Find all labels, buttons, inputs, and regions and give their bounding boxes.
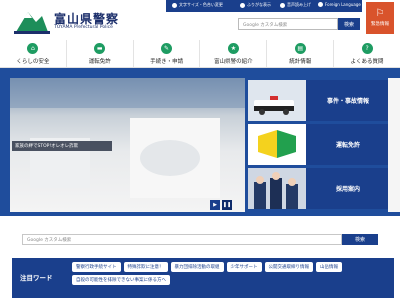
attention-words-panel: 注目ワード 警察行政手続サイト 特殊詐欺に注意！ 暴力団排除活動の取組 少年サポ…: [12, 258, 394, 298]
page-search-button[interactable]: 検索: [342, 234, 378, 245]
house-icon: ⌂: [27, 42, 39, 54]
globe-icon: [318, 2, 323, 7]
attention-link[interactable]: 公開交通取締り情報: [264, 262, 313, 272]
play-icon: ▶: [213, 202, 217, 208]
emergency-button[interactable]: ⚐ 緊急情報: [366, 2, 394, 34]
attention-link[interactable]: 山岳情報: [316, 262, 342, 272]
foreign-language-link[interactable]: Foreign Language: [318, 2, 361, 7]
nav-item-procedures[interactable]: ✎ 手続き・申請: [134, 40, 201, 67]
attention-link[interactable]: 少年サポート: [226, 262, 262, 272]
attention-links: 警察行政手続サイト 特殊詐欺に注意！ 暴力団排除活動の取組 少年サポート 公開交…: [72, 262, 392, 285]
site-subtitle: TOYAMA Prefectural Police: [54, 25, 113, 30]
nav-item-faq[interactable]: ? よくある質問: [334, 40, 400, 67]
nav-item-about[interactable]: ★ 富山県警の紹介: [200, 40, 268, 67]
officers-image: [248, 168, 306, 209]
read-aloud-link[interactable]: 音声読み上げ: [280, 2, 311, 8]
pen-icon: ✎: [161, 42, 173, 54]
hero-caption[interactable]: 家族の絆でSTOP!オレオレ詐欺: [12, 141, 112, 151]
page-search-input[interactable]: Google カスタム検索: [22, 234, 342, 245]
main-nav: ⌂ くらしの安全 ▬ 運転免許 ✎ 手続き・申請 ★ 富山県警の紹介 ▤ 統計情…: [0, 40, 400, 68]
slide-play-button[interactable]: ▶: [210, 200, 220, 210]
header-search-button[interactable]: 検索: [338, 18, 360, 30]
chart-icon: ▤: [294, 42, 306, 54]
furigana-link[interactable]: ふりがな表示: [240, 2, 271, 8]
font-size-link[interactable]: 文字サイズ・色合い変更: [172, 2, 223, 8]
side-strip: [388, 78, 400, 212]
header-search-input[interactable]: Google カスタム検索: [238, 18, 338, 30]
badge-icon: ★: [227, 42, 239, 54]
question-icon: ?: [361, 42, 373, 54]
side-card-recruit[interactable]: 採用案内: [248, 168, 388, 209]
text-size-icon: [172, 2, 177, 8]
car-icon: ▬: [94, 42, 106, 54]
beginner-mark-image: [248, 124, 306, 165]
speaker-icon: [280, 2, 285, 8]
police-logo-icon[interactable]: [14, 8, 50, 34]
utility-bar: 文字サイズ・色合い変更 ふりがな表示 音声読み上げ Foreign Langua…: [166, 0, 362, 12]
police-car-image: [248, 80, 306, 121]
slide-pause-button[interactable]: ❚❚: [222, 200, 232, 210]
attention-link[interactable]: 暴力団排除活動の取組: [170, 262, 224, 272]
alert-icon: ⚐: [375, 8, 385, 19]
attention-link[interactable]: 警察行政手続サイト: [72, 262, 121, 272]
nav-item-safety[interactable]: ⌂ くらしの安全: [0, 40, 67, 67]
nav-item-license[interactable]: ▬ 運転免許: [67, 40, 134, 67]
side-card-license[interactable]: 運転免許: [248, 124, 388, 165]
furigana-icon: [240, 2, 245, 8]
attention-link[interactable]: 自殺の可能性を排除できない事案に係る方へ: [72, 275, 170, 285]
nav-item-statistics[interactable]: ▤ 統計情報: [267, 40, 335, 67]
site-header: 富山県警察 TOYAMA Prefectural Police 文字サイズ・色合…: [0, 0, 400, 40]
attention-link[interactable]: 特殊詐欺に注意！: [123, 262, 168, 272]
pause-icon: ❚❚: [222, 202, 232, 208]
side-card-incidents[interactable]: 事件・事故情報: [248, 80, 388, 121]
attention-label: 注目ワード: [20, 274, 53, 282]
